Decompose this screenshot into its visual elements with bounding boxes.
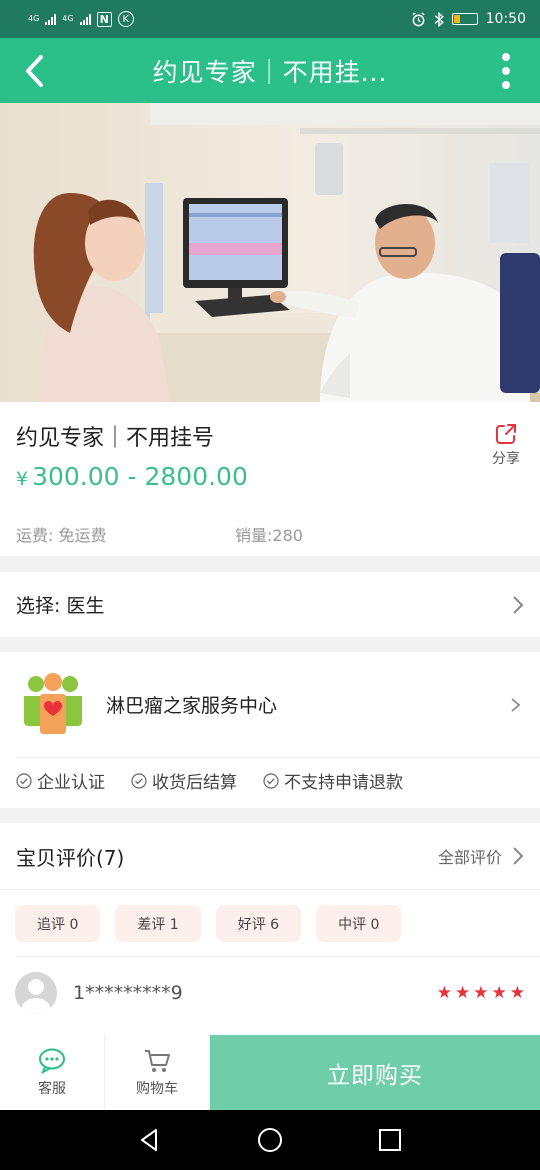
shop-link[interactable]: 淋巴瘤之家服务中心 [0, 652, 540, 757]
tag-neutral[interactable]: 中评 0 [316, 905, 402, 942]
more-menu-button[interactable] [472, 38, 540, 103]
chevron-right-icon [513, 595, 524, 614]
currency-symbol: ¥ [16, 468, 29, 490]
network-type-2: 4G [62, 14, 74, 23]
alarm-icon [412, 11, 425, 26]
cart-label: 购物车 [136, 1080, 178, 1097]
chevron-right-icon [513, 847, 524, 865]
customer-service-label: 客服 [38, 1080, 66, 1097]
product-info: 约见专家｜不用挂号 分享 ¥300.00 - 2800.00 运费: 免运费 销… [0, 402, 540, 556]
star-icon: ★ [509, 983, 525, 1003]
badge-label: 不支持申请退款 [284, 773, 403, 793]
cart-button[interactable]: 购物车 [105, 1035, 210, 1110]
price-value: 300.00 - 2800.00 [32, 462, 248, 491]
reviews-title: 宝贝评价(7) [16, 845, 125, 870]
network-type-1: 4G [28, 14, 40, 23]
badge-label: 企业认证 [37, 773, 105, 793]
sales-count: 销量:280 [235, 526, 303, 545]
tag-negative[interactable]: 差评 1 [115, 905, 201, 942]
shop-badges: 企业认证 收货后结算 不支持申请退款 [16, 768, 403, 793]
title-bar: 约见专家｜不用挂... [0, 38, 540, 103]
k-icon: K [117, 11, 134, 27]
nav-recents-icon[interactable] [377, 1127, 403, 1153]
badge-enterprise: 企业认证 [16, 768, 105, 793]
badge-settle: 收货后结算 [131, 768, 237, 793]
bottom-action-bar: 客服 购物车 立即购买 [0, 1035, 540, 1110]
reviews-header: 宝贝评价(7) 全部评价 [0, 823, 540, 889]
review-item: 1*********9 ★ ★ ★ ★ ★ [15, 971, 525, 1015]
badge-label: 收货后结算 [152, 773, 237, 793]
star-icon: ★ [436, 983, 452, 1003]
battery-icon [451, 13, 478, 25]
all-reviews-label: 全部评价 [437, 848, 502, 867]
status-bar: 4G 4G N K 10:50 [0, 0, 540, 38]
more-dot-icon [502, 66, 510, 75]
star-icon: ★ [473, 983, 489, 1003]
system-nav-bar [0, 1110, 540, 1170]
signal-icon-2 [79, 13, 91, 25]
shop-logo [24, 672, 82, 734]
shop-card: 淋巴瘤之家服务中心 企业认证 收货后结算 不支持申请退款 [0, 652, 540, 808]
nav-back-icon[interactable] [137, 1127, 163, 1153]
divider [16, 757, 540, 758]
more-dot-icon [502, 52, 510, 61]
choose-option-label: 选择: 医生 [16, 595, 105, 617]
star-icon: ★ [455, 983, 471, 1003]
more-dot-icon [502, 80, 510, 89]
check-circle-icon [131, 772, 147, 789]
customer-service-button[interactable]: 客服 [0, 1035, 105, 1110]
product-hero-image [0, 103, 540, 402]
page-title: 约见专家｜不用挂... [152, 57, 388, 87]
share-icon [496, 424, 516, 444]
shop-name: 淋巴瘤之家服务中心 [106, 695, 278, 717]
doctor-consultation-photo [0, 103, 540, 402]
check-circle-icon [263, 772, 279, 789]
price-range: ¥300.00 - 2800.00 [16, 462, 248, 491]
back-button[interactable] [0, 38, 68, 103]
status-left: 4G 4G N K [28, 11, 411, 27]
share-button[interactable]: 分享 [490, 422, 522, 468]
choose-option-row[interactable]: 选择: 医生 [0, 572, 540, 637]
divider [0, 889, 540, 890]
star-rating: ★ ★ ★ ★ ★ [437, 983, 525, 1003]
review-filter-tags: 追评 0 差评 1 好评 6 中评 0 [15, 905, 402, 942]
share-label: 分享 [492, 451, 520, 467]
reviews-section: 宝贝评价(7) 全部评价 追评 0 差评 1 好评 6 中评 0 1******… [0, 823, 540, 1035]
chat-bubble-icon [39, 1048, 65, 1074]
shipping-fee: 运费: 免运费 [16, 526, 107, 545]
check-circle-icon [16, 772, 32, 789]
nav-home-icon[interactable] [257, 1127, 283, 1153]
app-screen: 4G 4G N K 10:50 约见专家｜不用挂... 约见专家｜不用挂号 分享… [0, 0, 540, 1170]
signal-icon [45, 13, 57, 25]
chevron-right-icon [511, 697, 521, 712]
back-arrow-icon [26, 54, 43, 87]
tag-follow-up[interactable]: 追评 0 [15, 905, 101, 942]
review-username: 1*********9 [73, 982, 183, 1004]
product-title: 约见专家｜不用挂号 [16, 426, 215, 451]
all-reviews-link[interactable]: 全部评价 [438, 844, 524, 868]
badge-no-refund: 不支持申请退款 [263, 768, 403, 793]
clock: 10:50 [485, 11, 526, 27]
status-right: 10:50 [411, 11, 526, 27]
cart-icon [145, 1049, 170, 1072]
divider [16, 956, 540, 957]
tag-positive[interactable]: 好评 6 [215, 905, 302, 942]
buy-now-button[interactable]: 立即购买 [210, 1035, 540, 1110]
avatar [15, 972, 57, 1014]
bluetooth-icon [434, 11, 444, 27]
nfc-icon: N [96, 11, 112, 27]
star-icon: ★ [491, 983, 507, 1003]
